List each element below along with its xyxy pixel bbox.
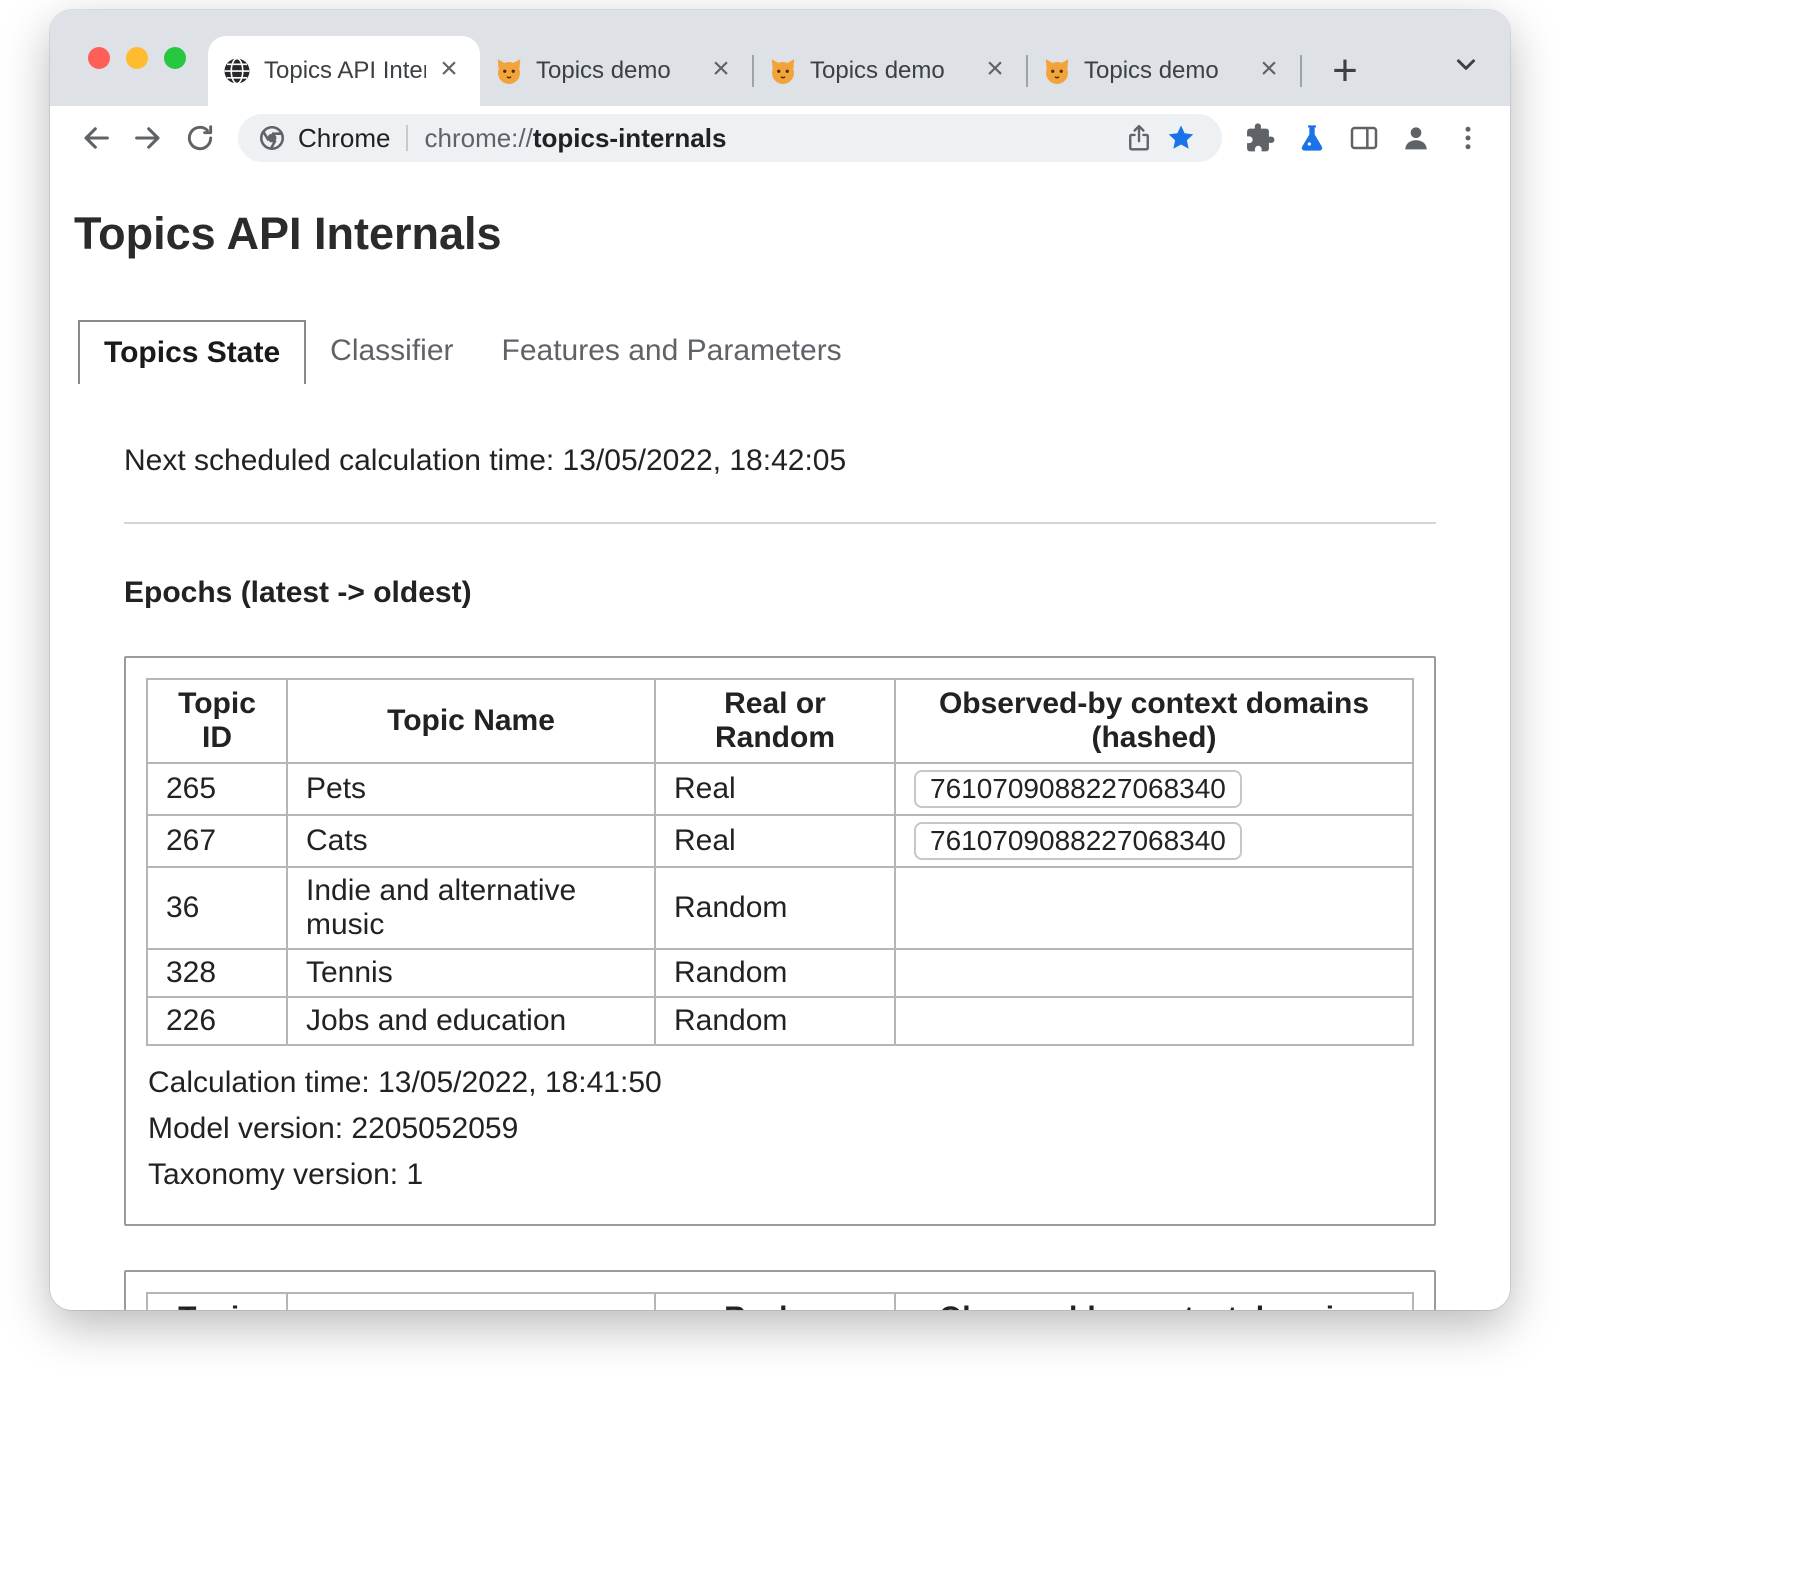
experiments-flask-button[interactable] xyxy=(1286,112,1338,164)
share-button[interactable] xyxy=(1118,117,1160,159)
window-controls xyxy=(88,47,186,69)
taxonomy-version: Taxonomy version: 1 xyxy=(148,1158,1414,1192)
cell-real-or-random: Real xyxy=(655,815,895,867)
column-header-real-or-random: Real or Random xyxy=(655,1293,895,1310)
cell-real-or-random: Random xyxy=(655,949,895,997)
divider xyxy=(124,522,1436,524)
cell-real-or-random: Real xyxy=(655,763,895,815)
close-tab-icon[interactable]: × xyxy=(978,54,1012,88)
close-tab-icon[interactable]: × xyxy=(704,54,738,88)
new-tab-button[interactable]: + xyxy=(1318,44,1372,98)
tab-classifier[interactable]: Classifier xyxy=(306,320,477,384)
cell-topic-id: 36 xyxy=(147,867,287,949)
epoch-table: Topic ID Topic Name Real or Random Obser… xyxy=(146,1292,1414,1310)
url-host: topics-internals xyxy=(533,123,727,154)
close-tab-icon[interactable]: × xyxy=(432,54,466,88)
browser-tabs: Topics API Intern × Topics demo × xyxy=(208,36,1372,106)
tab-title: Topics demo xyxy=(536,57,698,85)
table-row: 36 Indie and alternative music Random xyxy=(147,867,1413,949)
browser-tab-topics-demo-3[interactable]: Topics demo × xyxy=(1028,36,1300,106)
zoom-window-button[interactable] xyxy=(164,47,186,69)
model-version: Model version: 2205052059 xyxy=(148,1112,1414,1146)
epoch-panel: Topic ID Topic Name Real or Random Obser… xyxy=(124,1270,1436,1310)
chrome-logo-icon xyxy=(258,124,286,152)
column-header-topic-id: Topic ID xyxy=(147,1293,287,1310)
tab-topics-state[interactable]: Topics State xyxy=(78,320,306,384)
address-bar[interactable]: Chrome chrome://topics-internals xyxy=(238,114,1222,162)
tab-title: Topics demo xyxy=(1084,57,1246,85)
column-header-topic-id: Topic ID xyxy=(147,679,287,763)
topics-state-panel: Next scheduled calculation time: 13/05/2… xyxy=(124,444,1436,1310)
table-row: 328 Tennis Random xyxy=(147,949,1413,997)
tab-strip: Topics API Intern × Topics demo × xyxy=(50,10,1510,106)
calculation-time: Calculation time: 13/05/2022, 18:41:50 xyxy=(148,1066,1414,1100)
epoch-table: Topic ID Topic Name Real or Random Obser… xyxy=(146,678,1414,1046)
browser-tab-topics-demo-2[interactable]: Topics demo × xyxy=(754,36,1026,106)
cell-topic-id: 328 xyxy=(147,949,287,997)
column-header-real-or-random: Real or Random xyxy=(655,679,895,763)
close-window-button[interactable] xyxy=(88,47,110,69)
epochs-heading: Epochs (latest -> oldest) xyxy=(124,576,1436,610)
tab-search-chevron-icon[interactable] xyxy=(1448,46,1484,82)
cell-topic-name: Tennis xyxy=(287,949,655,997)
column-header-observed-by: Observed-by context domains (hashed) xyxy=(895,679,1413,763)
cell-topic-id: 226 xyxy=(147,997,287,1045)
side-panel-button[interactable] xyxy=(1338,112,1390,164)
tab-title: Topics demo xyxy=(810,57,972,85)
browser-window: Topics API Intern × Topics demo × xyxy=(50,10,1510,1310)
page-title: Topics API Internals xyxy=(74,208,1486,260)
cat-icon xyxy=(768,56,798,86)
page-content: Topics API Internals Topics State Classi… xyxy=(50,170,1510,1310)
cat-icon xyxy=(494,56,524,86)
tab-features-and-parameters[interactable]: Features and Parameters xyxy=(478,320,866,384)
table-row: 267 Cats Real 7610709088227068340 xyxy=(147,815,1413,867)
forward-button[interactable] xyxy=(122,112,174,164)
domain-hash-field[interactable]: 7610709088227068340 xyxy=(914,822,1242,860)
site-label: Chrome xyxy=(298,123,390,154)
cell-real-or-random: Random xyxy=(655,867,895,949)
reload-button[interactable] xyxy=(174,112,226,164)
omnibox-divider xyxy=(406,125,408,151)
tab-title: Topics API Intern xyxy=(264,57,426,85)
next-calculation-time: Next scheduled calculation time: 13/05/2… xyxy=(124,444,1436,478)
cell-domains xyxy=(895,997,1413,1045)
cell-domains xyxy=(895,867,1413,949)
page-tab-bar: Topics State Classifier Features and Par… xyxy=(78,320,1486,384)
cell-topic-id: 267 xyxy=(147,815,287,867)
epoch-meta: Calculation time: 13/05/2022, 18:41:50 M… xyxy=(146,1066,1414,1192)
cell-topic-name: Cats xyxy=(287,815,655,867)
column-header-observed-by: Observed-by context domains (hashed) xyxy=(895,1293,1413,1310)
browser-tab-topics-internals[interactable]: Topics API Intern × xyxy=(208,36,480,106)
cell-domains: 7610709088227068340 xyxy=(895,763,1413,815)
cell-topic-name: Jobs and education xyxy=(287,997,655,1045)
cat-icon xyxy=(1042,56,1072,86)
bookmark-star-button[interactable] xyxy=(1160,117,1202,159)
cell-domains xyxy=(895,949,1413,997)
browser-toolbar: Chrome chrome://topics-internals xyxy=(50,106,1510,170)
profile-avatar-button[interactable] xyxy=(1390,112,1442,164)
cell-domains: 7610709088227068340 xyxy=(895,815,1413,867)
tab-separator xyxy=(1300,55,1302,87)
table-row: 226 Jobs and education Random xyxy=(147,997,1413,1045)
cell-topic-name: Pets xyxy=(287,763,655,815)
column-header-topic-name: Topic Name xyxy=(287,679,655,763)
cell-topic-name: Indie and alternative music xyxy=(287,867,655,949)
menu-button[interactable] xyxy=(1442,112,1494,164)
cell-topic-id: 265 xyxy=(147,763,287,815)
epoch-panel: Topic ID Topic Name Real or Random Obser… xyxy=(124,656,1436,1226)
column-header-topic-name: Topic Name xyxy=(287,1293,655,1310)
browser-tab-topics-demo-1[interactable]: Topics demo × xyxy=(480,36,752,106)
minimize-window-button[interactable] xyxy=(126,47,148,69)
back-button[interactable] xyxy=(70,112,122,164)
cell-real-or-random: Random xyxy=(655,997,895,1045)
internals-globe-icon xyxy=(222,56,252,86)
domain-hash-field[interactable]: 7610709088227068340 xyxy=(914,770,1242,808)
table-row: 265 Pets Real 7610709088227068340 xyxy=(147,763,1413,815)
url-scheme: chrome:// xyxy=(424,123,532,154)
header-row: Topic ID Topic Name Real or Random Obser… xyxy=(147,679,1413,763)
close-tab-icon[interactable]: × xyxy=(1252,54,1286,88)
header-row: Topic ID Topic Name Real or Random Obser… xyxy=(147,1293,1413,1310)
extensions-button[interactable] xyxy=(1234,112,1286,164)
